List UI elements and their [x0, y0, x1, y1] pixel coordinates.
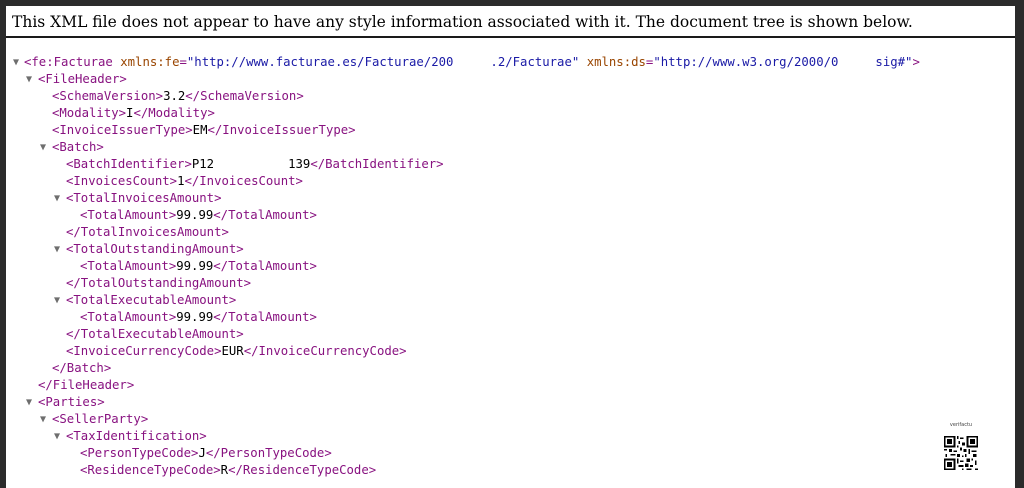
tree-line-total-outstanding-amount-close: </TotalOutstandingAmount> — [66, 276, 252, 290]
issuer-type-value: EM — [192, 123, 208, 137]
no-style-info-message: This XML file does not appear to have an… — [6, 6, 1015, 38]
tree-line-file-header-close: </FileHeader> — [38, 378, 135, 392]
currency-code-value: EUR — [221, 344, 244, 358]
batch-open-tag: <Batch> — [52, 140, 104, 154]
xml-tree: ▼ <fe:Facturae xmlns:fe="http://www.fact… — [6, 54, 1015, 479]
ns-fe-attr-name: xmlns:fe — [120, 55, 180, 69]
qr-code-icon — [944, 436, 978, 470]
tree-line-schema-version: <SchemaVersion>3.2</SchemaVersion> — [52, 89, 304, 103]
tree-line-invoices-count: <InvoicesCount>1</InvoicesCount> — [66, 174, 303, 188]
tree-line-currency-code: <InvoiceCurrencyCode>EUR</InvoiceCurrenc… — [66, 344, 407, 358]
tree-line-total-executable-amount-close: </TotalExecutableAmount> — [66, 327, 244, 341]
tree-line-root: ▼ <fe:Facturae xmlns:fe="http://www.fact… — [13, 54, 920, 71]
root-tag-open: <fe:Facturae — [24, 55, 113, 69]
ns-ds-attr-value: "http://www.w3.org/2000/0 sig#" — [653, 55, 913, 69]
person-type-code-value: J — [198, 446, 206, 460]
total-executable-amount-value: 99.99 — [176, 310, 214, 324]
collapse-toggle-icon[interactable]: ▼ — [13, 54, 19, 71]
tree-line-seller-party: ▼ <SellerParty> — [40, 411, 149, 428]
tree-line-total-amount: <TotalAmount>99.99</TotalAmount> — [80, 310, 317, 324]
tree-line-batch-close: </Batch> — [52, 361, 112, 375]
tree-line-total-outstanding-amount: ▼ <TotalOutstandingAmount> — [54, 241, 244, 258]
total-outstanding-amount-value: 99.99 — [176, 259, 214, 273]
collapse-toggle-icon[interactable]: ▼ — [54, 241, 60, 258]
tree-line-total-invoices-amount: ▼ <TotalInvoicesAmount> — [54, 190, 222, 207]
tree-line-issuer-type: <InvoiceIssuerType>EM</InvoiceIssuerType… — [52, 123, 356, 137]
tree-line-file-header: ▼ <FileHeader> — [6, 71, 1015, 88]
schema-version-value: 3.2 — [163, 89, 186, 103]
ns-fe-attr-value: "http://www.facturae.es/Facturae/200 .2/… — [186, 55, 580, 69]
qr-caption: verifactu — [949, 422, 973, 428]
tree-line-total-amount: <TotalAmount>99.99</TotalAmount> — [80, 259, 317, 273]
collapse-toggle-icon[interactable]: ▼ — [54, 190, 60, 207]
collapse-toggle-icon[interactable]: ▼ — [40, 411, 46, 428]
tree-line-parties: ▼ <Parties> — [26, 394, 105, 411]
xml-viewer: This XML file does not appear to have an… — [6, 6, 1015, 488]
file-header-open-tag: <FileHeader> — [38, 72, 127, 86]
batch-identifier-value: P12 139 — [191, 157, 311, 171]
collapse-toggle-icon[interactable]: ▼ — [54, 292, 60, 309]
tree-line-batch: ▼ <Batch> — [6, 139, 1015, 156]
tree-line-total-amount: <TotalAmount>99.99</TotalAmount> — [80, 208, 317, 222]
collapse-toggle-icon[interactable]: ▼ — [26, 394, 32, 411]
tree-line-tax-identification: ▼ <TaxIdentification> — [54, 428, 207, 445]
collapse-toggle-icon[interactable]: ▼ — [26, 71, 32, 88]
tree-line-residence-type-code: <ResidenceTypeCode>R</ResidenceTypeCode> — [80, 463, 377, 477]
tree-line-total-invoices-amount-close: </TotalInvoicesAmount> — [66, 225, 229, 239]
tree-line-total-executable-amount: ▼ <TotalExecutableAmount> — [54, 292, 237, 309]
residence-type-code-value: R — [220, 463, 229, 477]
tree-line-batch-identifier: <BatchIdentifier>P12 139</BatchIdentifie… — [66, 157, 444, 171]
tree-line-person-type-code: <PersonTypeCode>J</PersonTypeCode> — [80, 446, 332, 460]
total-invoices-amount-value: 99.99 — [176, 208, 214, 222]
ns-ds-attr-name: xmlns:ds — [586, 55, 646, 69]
collapse-toggle-icon[interactable]: ▼ — [40, 139, 46, 156]
collapse-toggle-icon[interactable]: ▼ — [54, 428, 60, 445]
tree-line-modality: <Modality>I</Modality> — [52, 106, 215, 120]
